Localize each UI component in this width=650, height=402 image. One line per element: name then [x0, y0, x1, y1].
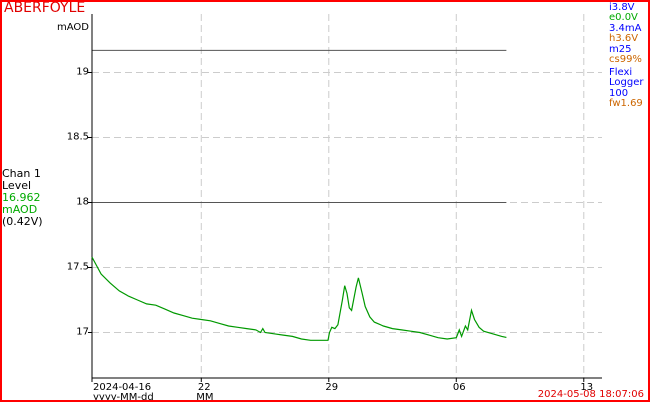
- level-chart: 1717.51818.519mAOD2024-04-16 22 29 06 13yyyy…: [57, 14, 602, 400]
- chart-grid: [92, 14, 602, 378]
- threshold-lines: [92, 49, 507, 203]
- x-tick-label: 29: [325, 382, 338, 393]
- tick-labels: 1717.51818.519mAOD2024-04-16 22 29 06 13yyyy…: [57, 22, 593, 400]
- site-title: ABERFOYLE: [4, 0, 86, 16]
- status-readout: i3.8V e0.0V 3.4mA h3.6V m25 cs99%: [609, 2, 642, 66]
- y-tick-label: 17: [76, 327, 89, 338]
- x-format-label: yyyy-MM-dd: [93, 392, 154, 400]
- channel-readout: Chan 1 Level 16.962 mAOD (0.42V): [2, 168, 43, 228]
- logger-info: Flexi Logger 100 fw1.69: [609, 67, 643, 110]
- x-tick-label: 06: [453, 382, 466, 393]
- y-tick-label: 17.5: [67, 262, 89, 273]
- y-tick-label: 18: [76, 197, 89, 208]
- y-tick-label: 19: [76, 67, 89, 78]
- logger-display: 17 17.5 18 18.5 19 mAOD 2024-04-16 22 29 06 13 yyyy…: [0, 0, 650, 402]
- channel-raw-voltage: (0.42V): [2, 215, 43, 228]
- x-format-label: MM: [196, 392, 213, 400]
- y-axis-unit-label: mAOD: [57, 22, 89, 33]
- timestamp: 2024-05-08 18:07:06: [537, 389, 644, 400]
- y-tick-label: 18.5: [67, 132, 89, 143]
- logger-firmware: fw1.69: [609, 98, 643, 110]
- series-layer: [91, 256, 507, 341]
- series-line: [91, 256, 507, 341]
- status-signal-quality: cs99%: [609, 54, 642, 66]
- chart-axes: [88, 14, 602, 382]
